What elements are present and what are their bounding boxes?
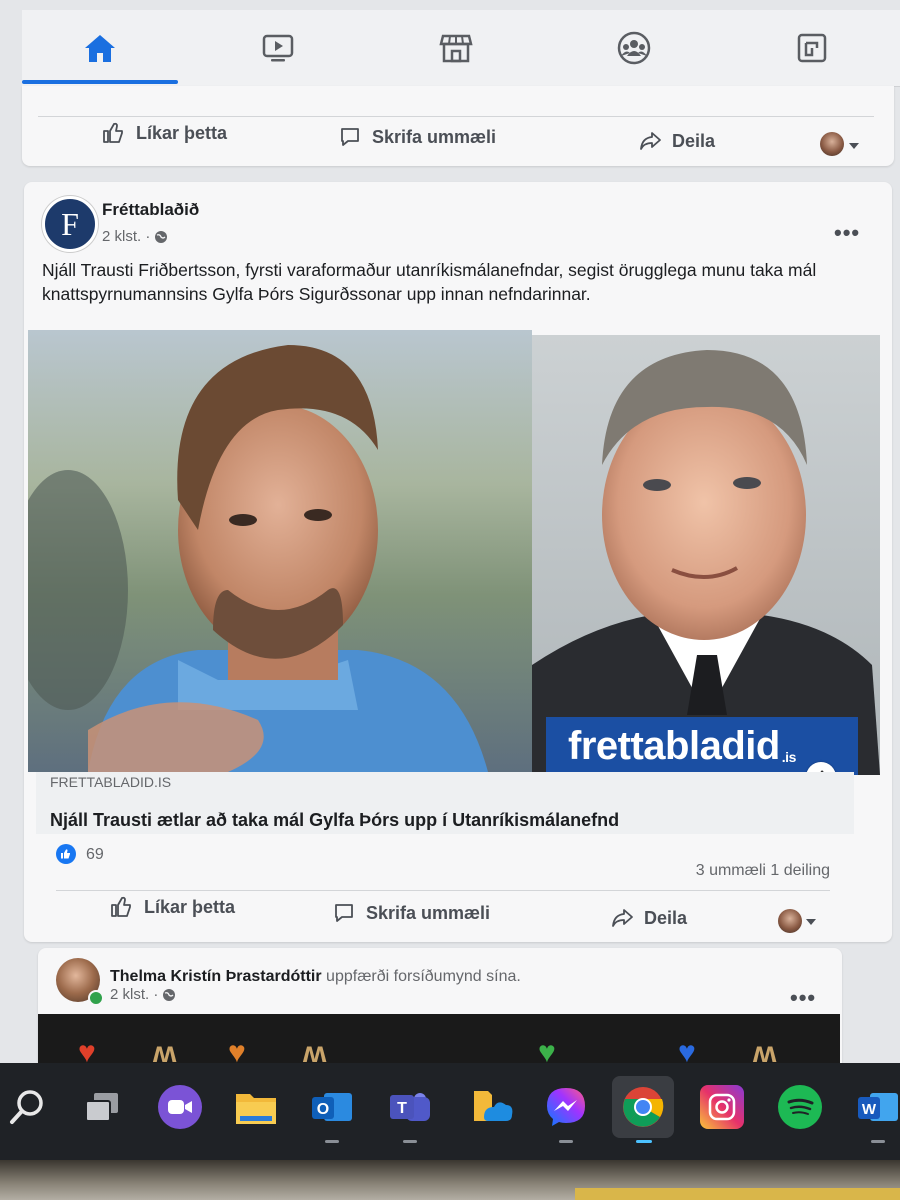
- like-button[interactable]: Líkar þetta: [110, 895, 235, 919]
- share-icon: [640, 132, 661, 150]
- desk-object: [575, 1188, 900, 1200]
- footballer-photo: [28, 345, 488, 772]
- post-text: Njáll Trausti Friðbertsson, fyrsti varaf…: [42, 260, 817, 304]
- nav-tab-marketplace[interactable]: [378, 10, 534, 86]
- word-running-indicator: [871, 1140, 885, 1143]
- politician-photo: [532, 350, 880, 775]
- post-image-left[interactable]: [28, 330, 532, 772]
- spotify-icon[interactable]: [778, 1085, 822, 1129]
- nav-tab-home[interactable]: [22, 10, 178, 86]
- like-count[interactable]: 69: [86, 846, 104, 864]
- nav-tab-gaming[interactable]: [734, 10, 890, 86]
- previous-post-divider: [38, 116, 874, 117]
- prev-audience-avatar[interactable]: [820, 132, 844, 156]
- next-post-meta: 2 klst. ·: [110, 986, 176, 1003]
- share-label: Deila: [644, 907, 688, 928]
- chevron-down-icon[interactable]: [849, 143, 859, 149]
- cover-photo[interactable]: ♥ ʍ ♥ ʍ ♥ ♥ ʍ: [38, 1014, 840, 1065]
- outlook-icon[interactable]: O: [310, 1085, 354, 1129]
- prev-like-button[interactable]: Líkar þetta: [102, 121, 227, 145]
- more-options-icon[interactable]: •••: [790, 985, 816, 1011]
- teams-icon[interactable]: T: [388, 1085, 432, 1129]
- share-icon: [612, 909, 633, 927]
- thumbs-up-icon: [111, 896, 131, 917]
- teams-running-indicator: [403, 1140, 417, 1143]
- outlook-letter: O: [317, 1101, 329, 1118]
- marketplace-icon: [439, 34, 473, 63]
- post-image-right[interactable]: [532, 335, 880, 775]
- post-time[interactable]: 2 klst. ·: [102, 228, 150, 245]
- like-reaction-icon[interactable]: [56, 844, 76, 864]
- nav-tab-groups[interactable]: [556, 10, 712, 86]
- next-post-time[interactable]: 2 klst. ·: [110, 986, 158, 1003]
- onedrive-icon[interactable]: [470, 1085, 514, 1129]
- home-icon: [85, 35, 115, 62]
- file-explorer-icon[interactable]: [234, 1085, 278, 1129]
- link-title[interactable]: Njáll Trausti ætlar að taka mál Gylfa Þó…: [50, 810, 619, 831]
- like-label: Líkar þetta: [144, 896, 236, 917]
- zoom-icon[interactable]: [158, 1085, 202, 1129]
- groups-icon: [617, 31, 651, 65]
- thumbs-up-icon: [103, 122, 123, 143]
- video-icon: [262, 34, 294, 62]
- online-status-icon: [88, 990, 104, 1006]
- search-icon[interactable]: [6, 1085, 50, 1129]
- messenger-icon[interactable]: [544, 1085, 588, 1129]
- prev-comment-button[interactable]: Skrifa ummæli: [338, 125, 496, 149]
- taskbar: [0, 1063, 900, 1160]
- top-navigation: [22, 10, 900, 87]
- page-avatar-letter: F: [61, 205, 79, 242]
- messenger-running-indicator: [559, 1140, 573, 1143]
- comment-icon: [335, 904, 353, 922]
- link-domain: FRETTABLADID.IS: [50, 774, 172, 790]
- gaming-icon: [797, 33, 827, 63]
- browser-viewport: Líkar þetta Skrifa ummæli Deila F Frétta…: [0, 0, 900, 1065]
- post-meta: 2 klst. ·: [102, 228, 168, 245]
- word-letter: W: [862, 1101, 877, 1118]
- globe-icon: [163, 988, 176, 1001]
- user-action: uppfærði forsíðumynd sína.: [321, 968, 521, 985]
- instagram-icon[interactable]: [700, 1085, 744, 1129]
- prev-comment-label: Skrifa ummæli: [372, 126, 497, 147]
- page-avatar[interactable]: F: [42, 196, 98, 252]
- page-name[interactable]: Fréttablaðið: [102, 200, 199, 220]
- comment-label: Skrifa ummæli: [366, 902, 491, 923]
- chrome-icon[interactable]: [612, 1076, 674, 1138]
- next-post-header: Thelma Kristín Þrastardóttir uppfærði fo…: [110, 968, 521, 986]
- user-name[interactable]: Thelma Kristín Þrastardóttir: [110, 968, 322, 985]
- more-options-icon[interactable]: •••: [834, 220, 860, 246]
- share-button[interactable]: Deila: [610, 906, 687, 930]
- word-icon[interactable]: W: [856, 1085, 900, 1129]
- comment-button[interactable]: Skrifa ummæli: [332, 901, 490, 925]
- teams-letter: T: [397, 1100, 407, 1117]
- prev-like-label: Líkar þetta: [136, 122, 228, 143]
- task-view-icon[interactable]: [80, 1085, 124, 1129]
- post-divider: [56, 890, 830, 891]
- outlook-running-indicator: [325, 1140, 339, 1143]
- prev-share-button[interactable]: Deila: [638, 129, 715, 153]
- audience-avatar[interactable]: [778, 909, 802, 933]
- chrome-active-indicator: [636, 1140, 652, 1143]
- nav-tab-video[interactable]: [200, 10, 356, 86]
- comment-icon: [341, 128, 359, 146]
- brand-suffix: .is: [781, 749, 797, 765]
- comment-share-stats[interactable]: 3 ummæli 1 deiling: [696, 862, 830, 880]
- prev-share-label: Deila: [672, 130, 716, 151]
- globe-icon: [155, 230, 168, 243]
- chevron-down-icon[interactable]: [806, 919, 816, 925]
- brand-name: frettabladid: [568, 723, 780, 768]
